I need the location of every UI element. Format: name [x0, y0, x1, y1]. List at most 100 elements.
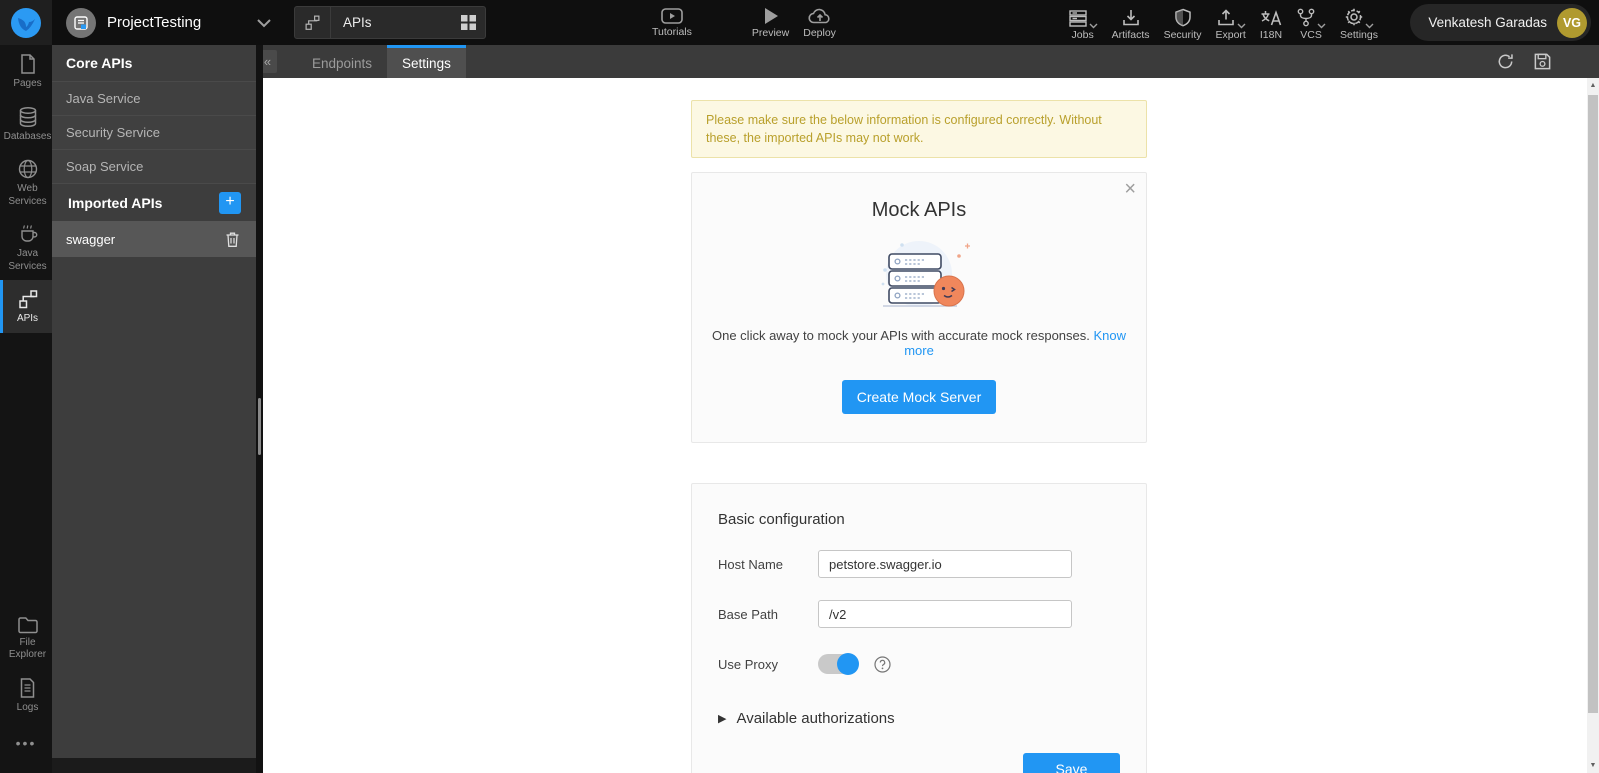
wavemaker-logo-icon [11, 7, 41, 38]
scroll-up-arrow-icon[interactable]: ▲ [1587, 78, 1599, 93]
panel-item-soap-service[interactable]: Soap Service [52, 149, 256, 183]
artifacts-label: Artifacts [1111, 28, 1150, 41]
settings-content: Please make sure the below information i… [263, 78, 1599, 773]
left-rail: Pages Databases Web Services Java Servic… [0, 45, 52, 773]
basic-configuration-card: Basic configuration Host Name Base Path … [691, 483, 1147, 773]
i18n-button[interactable]: I18N [1253, 0, 1289, 45]
panel-bottom-scrollbar[interactable] [52, 758, 256, 773]
save-icon[interactable] [1533, 52, 1552, 71]
use-proxy-toggle[interactable] [818, 653, 859, 676]
topbar: ProjectTesting APIs Tutorials Preview De… [0, 0, 1599, 45]
imported-api-item-swagger[interactable]: swagger [52, 221, 256, 257]
rail-item-file-explorer[interactable]: File Explorer [0, 607, 52, 669]
export-button[interactable]: Export [1209, 0, 1253, 45]
grid-icon[interactable] [451, 15, 485, 30]
tutorials-button[interactable]: Tutorials [645, 0, 699, 45]
i18n-icon [1261, 9, 1282, 25]
rail-label-file-explorer: File Explorer [8, 636, 47, 661]
panel-title-text: Core APIs [66, 55, 133, 71]
user-name: Venkatesh Garadas [1428, 15, 1547, 30]
host-name-input[interactable] [818, 550, 1072, 579]
create-mock-server-button[interactable]: Create Mock Server [841, 380, 997, 415]
panel-scrollbar-thumb[interactable] [258, 398, 261, 455]
preview-button[interactable]: Preview [745, 0, 796, 45]
folder-icon [17, 616, 38, 633]
expand-arrow-icon: ▶ [718, 713, 727, 726]
artifacts-icon [1122, 9, 1139, 25]
databases-icon [19, 106, 36, 127]
project-switcher[interactable]: ProjectTesting [66, 7, 272, 38]
more-options-icon[interactable]: ••• [0, 721, 52, 773]
panel-title: Core APIs [52, 45, 256, 81]
rail-label-web-services: Web Services [8, 183, 47, 207]
available-authorizations-toggle[interactable]: ▶ Available authorizations [718, 710, 1120, 727]
main-area: « Endpoints Settings Please make sure th… [258, 45, 1599, 773]
deploy-label: Deploy [803, 26, 836, 39]
imported-apis-title: Imported APIs [68, 194, 163, 211]
settings-label: Settings [1340, 28, 1378, 41]
project-icon [66, 7, 96, 38]
jobs-button[interactable]: Jobs [1061, 0, 1105, 45]
help-icon[interactable] [874, 656, 891, 673]
mock-server-illustration [712, 236, 1126, 314]
imported-api-label: swagger [66, 231, 116, 247]
use-proxy-label: Use Proxy [718, 656, 778, 672]
i18n-label: I18N [1259, 28, 1283, 41]
toggle-knob [837, 653, 859, 676]
vcs-icon [1297, 8, 1315, 26]
tab-endpoints[interactable]: Endpoints [297, 45, 387, 78]
security-icon [1174, 8, 1191, 26]
rail-item-java-services[interactable]: Java Services [0, 215, 52, 280]
tab-bar: « Endpoints Settings [258, 45, 1599, 78]
rail-label-java-services: Java Services [8, 248, 47, 272]
export-icon [1217, 8, 1234, 25]
panel-item-label: Java Service [66, 91, 141, 106]
tab-settings[interactable]: Settings [387, 45, 466, 78]
rail-item-pages[interactable]: Pages [0, 45, 52, 98]
core-apis-panel: Core APIs Java Service Security Service … [52, 45, 256, 758]
rail-item-databases[interactable]: Databases [0, 98, 52, 151]
vcs-button[interactable]: VCS [1289, 0, 1333, 45]
close-icon[interactable]: × [1124, 179, 1136, 199]
artifacts-button[interactable]: Artifacts [1105, 0, 1157, 45]
chevron-down-icon [256, 18, 272, 28]
tabbar-actions [1496, 45, 1552, 78]
settings-button[interactable]: Settings [1333, 0, 1385, 45]
save-button[interactable]: Save [1023, 753, 1120, 773]
content-scrollbar[interactable]: ▲ ▼ [1587, 78, 1599, 773]
mock-description-text: One click away to mock your APIs with ac… [712, 328, 1094, 344]
rail-label-pages: Pages [13, 78, 42, 89]
warning-alert-text: Please make sure the below information i… [706, 113, 1102, 146]
panel-item-java-service[interactable]: Java Service [52, 81, 256, 115]
security-button[interactable]: Security [1157, 0, 1209, 45]
panel-item-security-service[interactable]: Security Service [52, 115, 256, 149]
content-scrollbar-thumb[interactable] [1588, 95, 1598, 713]
host-name-label: Host Name [718, 556, 784, 572]
resource-selector[interactable]: APIs [294, 6, 486, 39]
user-menu[interactable]: Venkatesh Garadas VG [1410, 4, 1591, 41]
rail-item-web-services[interactable]: Web Services [0, 150, 52, 215]
scroll-down-arrow-icon[interactable]: ▼ [1587, 758, 1599, 773]
jobs-icon [1068, 9, 1087, 27]
panel-scrollbar[interactable] [256, 45, 263, 773]
deploy-icon [808, 8, 830, 23]
app-logo[interactable] [0, 0, 52, 45]
add-imported-api-button[interactable]: + [219, 191, 241, 214]
delete-icon[interactable] [225, 231, 240, 248]
tutorials-icon [661, 7, 683, 24]
base-path-input[interactable] [818, 600, 1072, 629]
available-authorizations-label: Available authorizations [736, 710, 895, 728]
rail-spacer [0, 333, 52, 607]
refresh-icon[interactable] [1496, 52, 1515, 71]
rail-item-logs[interactable]: Logs [0, 669, 52, 722]
api-node-icon [295, 7, 331, 38]
i18n-label-0: Export [1215, 28, 1246, 41]
tab-settings-label: Settings [402, 55, 451, 71]
mock-apis-card: × Mock APIs One click away to mock your … [691, 172, 1147, 444]
base-path-label: Base Path [718, 606, 778, 622]
imported-apis-header: Imported APIs + [52, 183, 256, 221]
warning-alert: Please make sure the below information i… [691, 100, 1147, 159]
deploy-button[interactable]: Deploy [796, 0, 843, 45]
rail-item-apis[interactable]: APIs [0, 280, 52, 333]
tab-endpoints-label: Endpoints [312, 55, 373, 71]
